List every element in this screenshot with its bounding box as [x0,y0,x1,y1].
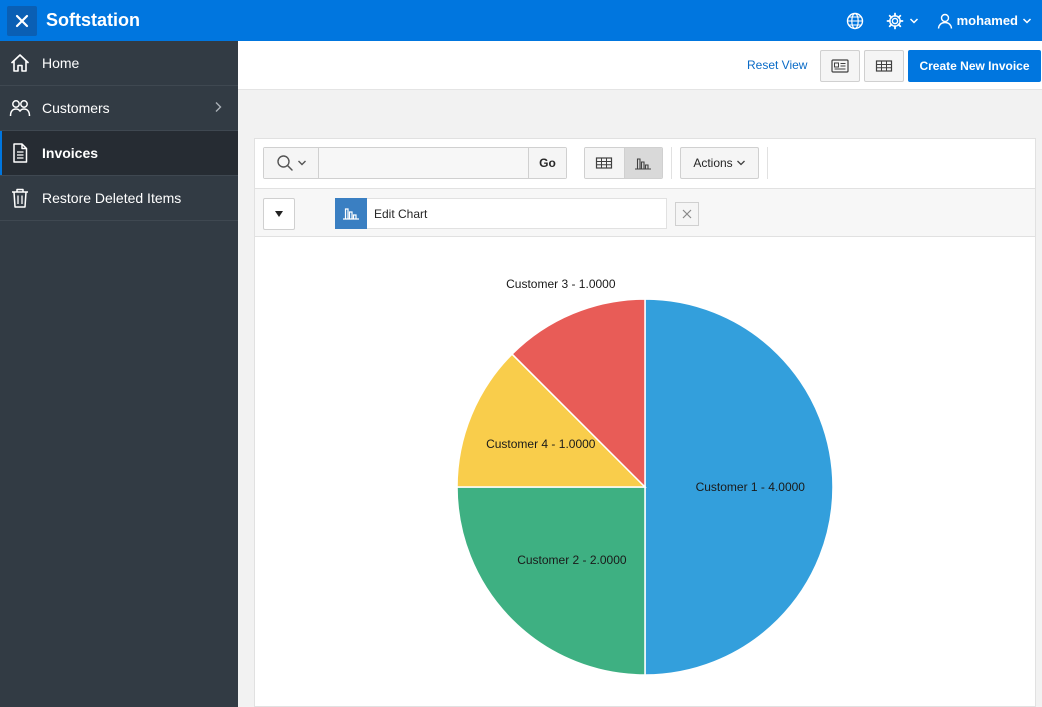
home-icon [9,52,31,74]
globe-icon [846,12,863,29]
chevron-right-icon [215,102,222,112]
pie-slice-customer-2[interactable] [456,486,646,676]
search-column-selector[interactable] [264,148,319,178]
remove-chart-button[interactable] [675,202,699,226]
close-icon [682,209,692,219]
user-menu-button[interactable]: mohamed [937,13,1032,29]
document-icon [9,142,31,164]
triangle-down-icon [275,211,283,217]
users-icon [9,97,31,119]
pie-chart: Customer 1 - 4.0000 Customer 2 - 2.0000 Cu… [255,237,1035,707]
page-toolbar: Reset View Create New Invoice [238,41,1042,90]
sidebar-item-label: Home [42,55,80,71]
report-view-button[interactable] [585,148,624,178]
report-settings-row: Edit Chart [255,188,1035,237]
toolbar-divider [767,147,768,179]
user-name: mohamed [956,13,1018,28]
bar-chart-icon [335,197,367,229]
toolbar-divider [671,147,672,179]
sidebar-item-label: Invoices [42,145,99,161]
chevron-down-icon [909,17,918,24]
gear-icon [886,12,903,29]
chart-view-button[interactable] [623,148,662,178]
create-new-invoice-button[interactable]: Create New Invoice [908,50,1041,82]
sidebar-nav: Home Customers Invoices Restore Deleted … [0,41,238,707]
card-view-button[interactable] [820,50,860,82]
pie-data-label: Customer 1 - 4.0000 [696,480,806,494]
sidebar-item-home[interactable]: Home [0,41,238,86]
sidebar-item-customers[interactable]: Customers [0,86,238,131]
pie-chart-svg: Customer 1 - 4.0000 Customer 2 - 2.0000 Cu… [456,277,834,676]
chevron-down-icon [736,160,745,166]
chevron-down-icon [297,160,306,166]
app-title[interactable]: Softstation [46,10,140,31]
reset-view-link[interactable]: Reset View [747,58,807,72]
sidebar-item-invoices[interactable]: Invoices [0,131,238,176]
user-icon [937,13,952,29]
table-icon [875,60,893,72]
pie-data-label: Customer 4 - 1.0000 [486,437,596,451]
actions-menu-button[interactable]: Actions [680,147,759,179]
grid-view-button[interactable] [864,50,904,82]
edit-chart-setting[interactable]: Edit Chart [335,197,667,229]
edit-chart-label: Edit Chart [374,206,428,221]
search-bar: Go [263,147,567,179]
close-menu-button[interactable] [7,5,37,36]
trash-icon [9,187,31,209]
collapse-settings-button[interactable] [263,198,295,230]
chevron-down-icon [1022,17,1032,24]
go-button[interactable]: Go [528,148,566,178]
table-icon [596,157,613,169]
search-input[interactable] [319,148,528,178]
report-view-toggle [584,147,663,179]
app-header: Softstation mohamed [0,0,1042,41]
search-icon [276,155,293,171]
sidebar-item-label: Customers [42,100,110,116]
invoices-report-region: Go Actions Edit Chart Customer 1 - 4.000… [254,138,1036,707]
bar-chart-icon [635,158,652,170]
sidebar-item-label: Restore Deleted Items [42,190,182,206]
actions-label: Actions [693,156,733,170]
pie-data-label: Customer 2 - 2.0000 [517,553,627,567]
settings-menu-button[interactable] [886,12,919,30]
pie-data-label: Customer 3 - 1.0000 [506,277,616,291]
language-button[interactable] [846,12,864,30]
id-card-icon [831,59,849,73]
sidebar-item-restore-deleted[interactable]: Restore Deleted Items [0,176,238,221]
close-icon [15,14,29,27]
